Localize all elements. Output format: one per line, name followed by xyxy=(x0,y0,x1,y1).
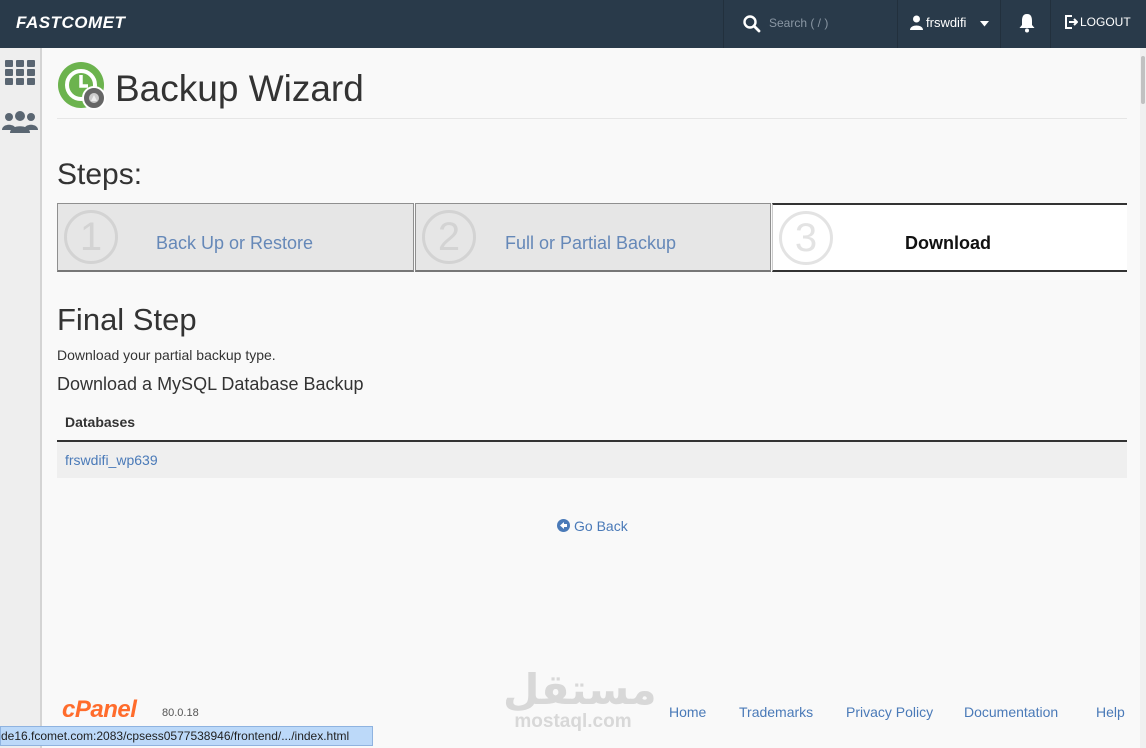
mysql-backup-subheading: Download a MySQL Database Backup xyxy=(57,374,364,394)
mostaql-watermark: مستقل mostaql.com xyxy=(503,666,657,732)
navbar-divider xyxy=(1000,0,1001,48)
users-icon[interactable] xyxy=(2,110,38,134)
search-icon[interactable] xyxy=(742,14,762,34)
step-download: 3 Download xyxy=(772,203,1127,272)
step-number: 1 xyxy=(64,210,118,264)
left-sidebar xyxy=(0,48,42,748)
step-number: 3 xyxy=(779,211,833,265)
backup-wizard-icon xyxy=(58,62,106,110)
column-header-databases: Databases xyxy=(65,414,136,430)
fastcomet-logo[interactable]: FASTCOMET xyxy=(16,13,125,33)
top-navbar: FASTCOMET Search ( / ) frswdifi LOGOUT xyxy=(0,0,1146,48)
footer-link-privacy-policy[interactable]: Privacy Policy xyxy=(846,704,933,720)
footer-link-help[interactable]: Help xyxy=(1096,704,1125,720)
step-label[interactable]: Back Up or Restore xyxy=(156,233,313,254)
page-title: Backup Wizard xyxy=(115,68,364,109)
title-divider xyxy=(57,118,1127,119)
browser-status-url: de16.fcomet.com:2083/cpsess0577538946/fr… xyxy=(0,726,373,746)
watermark-arabic: مستقل xyxy=(503,666,657,713)
step-label: Download xyxy=(905,233,991,253)
navbar-divider xyxy=(723,0,724,48)
arrow-circle-left-icon xyxy=(557,519,570,532)
bell-icon[interactable] xyxy=(1018,13,1036,33)
go-back-label[interactable]: Go Back xyxy=(574,518,628,534)
vertical-scrollbar[interactable] xyxy=(1140,48,1146,748)
databases-table-header: Databases xyxy=(57,404,1127,442)
steps-heading: Steps: xyxy=(57,158,143,191)
final-step-description: Download your partial backup type. xyxy=(57,347,276,363)
apps-grid-icon[interactable] xyxy=(5,60,35,85)
navbar-divider xyxy=(897,0,898,48)
scrollbar-thumb[interactable] xyxy=(1141,56,1145,104)
go-back-link[interactable]: Go Back xyxy=(557,518,628,534)
watermark-latin: mostaql.com xyxy=(514,711,632,732)
footer-link-trademarks[interactable]: Trademarks xyxy=(739,704,813,720)
cpanel-logo[interactable]: cPanel xyxy=(62,696,137,724)
logout-link[interactable]: LOGOUT xyxy=(1080,15,1131,29)
user-icon[interactable] xyxy=(910,15,923,30)
step-back-up-or-restore[interactable]: 1 Back Up or Restore xyxy=(57,203,414,272)
search-input[interactable]: Search ( / ) xyxy=(769,16,828,30)
step-number: 2 xyxy=(422,210,476,264)
cpanel-version: 80.0.18 xyxy=(162,707,199,719)
navbar-divider xyxy=(1050,0,1051,48)
table-row: frswdifi_wp639 xyxy=(57,442,1127,478)
footer-link-documentation[interactable]: Documentation xyxy=(964,704,1058,720)
step-full-or-partial-backup[interactable]: 2 Full or Partial Backup xyxy=(415,203,771,272)
footer-link-home[interactable]: Home xyxy=(669,704,706,720)
step-label[interactable]: Full or Partial Backup xyxy=(505,233,676,254)
final-step-heading: Final Step xyxy=(57,302,197,337)
user-menu-name[interactable]: frswdifi xyxy=(926,15,966,30)
logout-icon[interactable] xyxy=(1065,15,1078,29)
caret-down-icon[interactable] xyxy=(980,21,989,27)
database-download-link[interactable]: frswdifi_wp639 xyxy=(65,452,158,468)
